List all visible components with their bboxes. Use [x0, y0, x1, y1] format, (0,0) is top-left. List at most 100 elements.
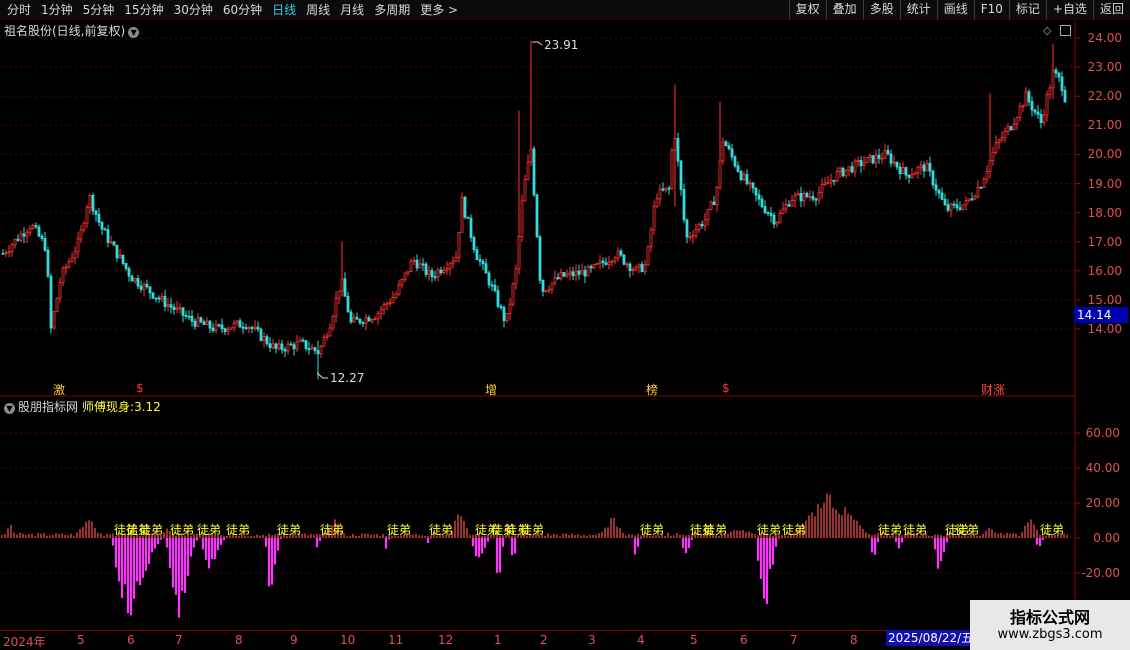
candle-body — [811, 196, 815, 200]
window-icon[interactable] — [1060, 25, 1071, 36]
event-marker[interactable]: 财涨 — [981, 381, 1005, 398]
candle-body — [40, 235, 44, 239]
date-tick: 2024年 — [3, 635, 46, 649]
candle-body — [247, 326, 251, 329]
indicator-line-name: 师傅现身: — [82, 400, 135, 414]
candle-body — [634, 266, 638, 271]
candle-body — [883, 150, 887, 159]
candle-body — [478, 259, 482, 262]
candle-body — [613, 257, 617, 262]
candle-body — [55, 297, 59, 313]
candle-body — [964, 200, 968, 206]
candle-body — [934, 184, 938, 191]
event-marker[interactable]: 榜 — [646, 381, 658, 398]
price-tick: 24.00 — [1087, 31, 1122, 45]
candle-body — [199, 317, 203, 323]
candle-body — [223, 328, 227, 332]
candle-body — [859, 159, 863, 167]
candle-body — [700, 223, 704, 227]
candle-body — [988, 160, 992, 172]
price-tick: 23.00 — [1087, 60, 1122, 75]
candle-body — [349, 311, 353, 323]
candle-body — [277, 343, 281, 349]
candle-body — [100, 221, 104, 230]
candle-body — [961, 204, 965, 210]
candle-body — [655, 198, 659, 207]
candle-body — [76, 238, 80, 253]
candle-body — [532, 148, 536, 196]
date-tick: 7 — [175, 633, 183, 647]
candle-body — [796, 192, 800, 196]
watermark-title: 指标公式网 — [1009, 608, 1090, 627]
candle-body — [997, 139, 1001, 143]
price-tick: 16.00 — [1087, 263, 1122, 278]
candle-body — [499, 305, 503, 308]
candle-body — [271, 343, 275, 349]
indicator-title[interactable]: ▼ 股朋指标网 师傅现身:3.12 — [4, 398, 161, 415]
event-marker[interactable]: $ — [136, 381, 144, 395]
candle-body — [670, 149, 674, 189]
candle-body — [718, 160, 722, 188]
event-marker[interactable]: $ — [722, 381, 730, 395]
candle-body — [454, 256, 458, 262]
candle-body — [127, 268, 131, 277]
event-marker[interactable]: 激 — [53, 381, 65, 398]
candle-body — [322, 336, 326, 347]
candle-body — [343, 278, 347, 297]
diamond-icon[interactable]: ◇ — [1043, 24, 1051, 37]
candle-body — [52, 311, 56, 329]
candle-body — [250, 326, 254, 329]
candle-body — [427, 270, 431, 275]
candle-body — [1000, 137, 1004, 141]
candle-body — [664, 187, 668, 191]
candle-body — [229, 327, 233, 330]
high-price-label: 23.91 — [544, 38, 578, 52]
candle-body — [808, 196, 812, 198]
signal-label: 徒弟 — [429, 523, 453, 537]
candle-body — [871, 155, 875, 164]
candle-body — [502, 307, 506, 322]
candle-body — [937, 189, 941, 194]
indicator-line-value: 3.12 — [134, 400, 161, 414]
candle-body — [232, 322, 236, 329]
candle-body — [973, 196, 977, 200]
candle-body — [520, 200, 524, 237]
candle-body — [853, 160, 857, 173]
candle-body — [472, 237, 476, 251]
candle-body — [1036, 111, 1040, 115]
candle-body — [598, 260, 602, 264]
candle-body — [646, 246, 650, 266]
chart-canvas[interactable]: 23.9112.27徒弟徒弟徒弟 徒弟 徒弟 徒弟 徒弟 徒弟 徒弟 徒弟 徒弟徒弟徒弟徒弟 徒弟… — [0, 0, 1130, 650]
candle-body — [850, 166, 854, 173]
candle-body — [1012, 123, 1016, 131]
candle-body — [994, 141, 998, 153]
date-tick: 5 — [690, 633, 698, 647]
candle-body — [1027, 91, 1031, 103]
candle-body — [175, 307, 179, 310]
chevron-down-icon[interactable]: ▼ — [4, 403, 15, 414]
candle-body — [955, 204, 959, 209]
candle-body — [724, 141, 728, 147]
candle-body — [46, 249, 50, 277]
candle-body — [1030, 101, 1034, 111]
event-marker[interactable]: 增 — [485, 381, 497, 398]
candle-body — [184, 315, 188, 317]
candle-body — [418, 263, 422, 269]
candle-body — [682, 189, 686, 221]
candle-body — [379, 309, 383, 314]
candle-body — [130, 275, 134, 282]
candle-body — [238, 320, 242, 328]
candle-body — [952, 203, 956, 206]
candle-body — [841, 167, 845, 177]
candle-body — [376, 312, 380, 320]
candle-body — [121, 254, 125, 264]
candle-body — [910, 174, 914, 178]
candle-body — [676, 138, 680, 162]
candle-body — [982, 178, 986, 188]
price-tick: 20.00 — [1087, 147, 1122, 162]
candle-body — [1018, 105, 1022, 119]
candle-body — [967, 198, 971, 201]
candle-body — [1051, 69, 1055, 89]
candle-body — [13, 238, 17, 246]
candle-body — [673, 138, 677, 151]
